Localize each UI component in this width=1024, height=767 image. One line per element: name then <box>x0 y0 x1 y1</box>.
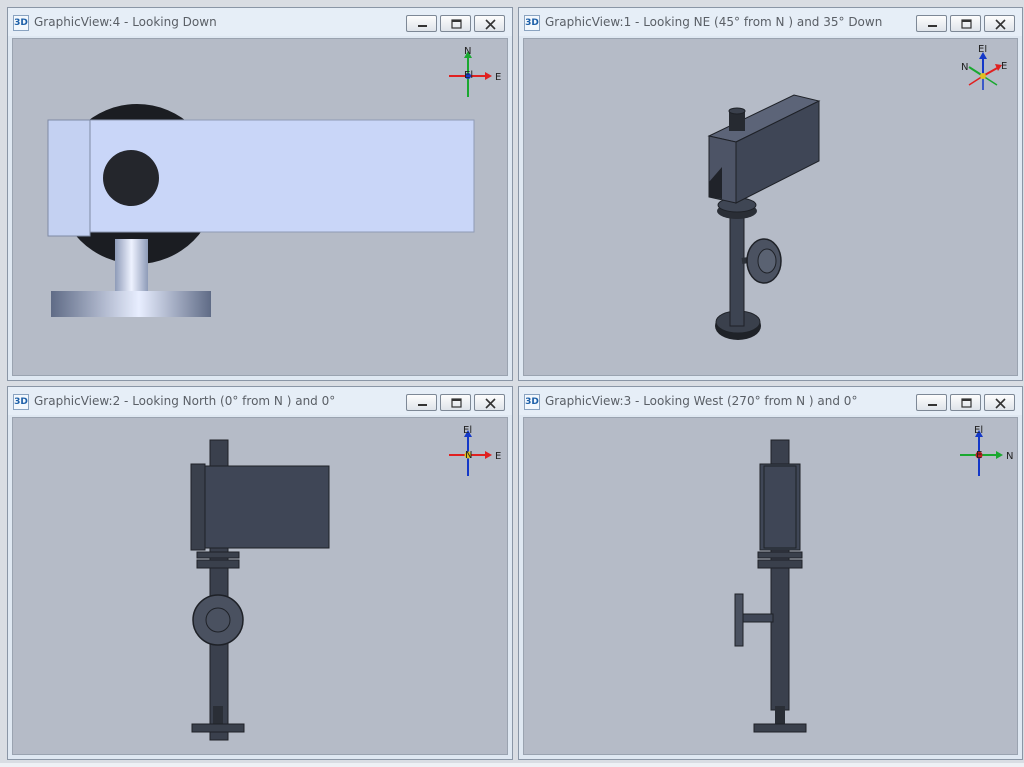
axis-label-east: E <box>495 451 501 462</box>
minimize-icon <box>928 25 937 27</box>
actuator-end-cap-shape <box>47 119 91 237</box>
graphic-view-3-titlebar[interactable]: 3D GraphicView:3 - Looking West (270° fr… <box>519 387 1022 415</box>
graphic-view-3-viewport[interactable]: El N E <box>523 417 1018 755</box>
close-button[interactable] <box>984 15 1015 32</box>
graphic-view-4-pane[interactable]: 3D GraphicView:4 - Looking Down N E El <box>7 7 513 381</box>
axis-label-east: E <box>976 450 982 461</box>
graphic-view-2-pane[interactable]: 3D GraphicView:2 - Looking North (0° fro… <box>7 386 513 760</box>
orientation-triad-icon: N E El <box>449 46 501 97</box>
base-flange-shape <box>191 723 245 733</box>
close-icon <box>485 19 496 30</box>
maximize-button[interactable] <box>950 394 981 411</box>
close-button[interactable] <box>474 15 505 32</box>
maximize-icon <box>961 398 972 408</box>
model-north-view <box>190 439 330 741</box>
maximize-button[interactable] <box>950 15 981 32</box>
minimize-button[interactable] <box>916 394 947 411</box>
minimize-button[interactable] <box>406 394 437 411</box>
3d-view-icon: 3D <box>13 15 29 31</box>
handwheel-shape <box>734 593 744 647</box>
pipe-shape <box>729 210 745 327</box>
graphic-view-2-title: GraphicView:2 - Looking North (0° from N… <box>34 394 336 408</box>
graphic-view-2-viewport[interactable]: El E N <box>12 417 508 755</box>
graphic-view-4-title: GraphicView:4 - Looking Down <box>34 15 217 29</box>
model-isometric-view <box>707 94 821 340</box>
graphic-view-1-pane[interactable]: 3D GraphicView:1 - Looking NE (45° from … <box>518 7 1023 381</box>
graphic-view-1-title: GraphicView:1 - Looking NE (45° from N )… <box>545 15 883 29</box>
graphic-view-2-titlebar[interactable]: 3D GraphicView:2 - Looking North (0° fro… <box>8 387 512 415</box>
close-icon <box>995 398 1006 409</box>
actuator-end-cap-shape <box>190 463 206 551</box>
graphic-view-1-viewport[interactable]: El N E <box>523 38 1018 376</box>
axis-label-elevation: El <box>978 45 987 55</box>
orientation-triad-icon: El N E <box>961 45 1007 90</box>
axis-label-north: N <box>961 62 968 73</box>
base-flange-shape <box>753 723 807 733</box>
maximize-icon <box>451 398 462 408</box>
status-strip <box>0 763 1024 767</box>
axis-label-elevation: El <box>463 425 472 436</box>
model-top-view <box>47 104 475 317</box>
graphic-view-1-titlebar[interactable]: 3D GraphicView:1 - Looking NE (45° from … <box>519 8 1022 36</box>
close-icon <box>485 398 496 409</box>
minimize-icon <box>418 25 427 27</box>
mid-flange-shape <box>757 559 803 569</box>
graphic-view-4-viewport[interactable]: N E El <box>12 38 508 376</box>
close-button[interactable] <box>474 394 505 411</box>
axis-label-elevation: El <box>464 70 473 81</box>
3d-view-icon: 3D <box>524 15 540 31</box>
axis-label-north: N <box>464 46 471 57</box>
axis-label-east: E <box>495 72 501 83</box>
close-icon <box>995 19 1006 30</box>
orientation-triad-icon: El E N <box>449 425 501 476</box>
stem-top-circle-shape <box>103 150 159 206</box>
minimize-button[interactable] <box>406 15 437 32</box>
mid-flange-shape <box>196 559 240 569</box>
graphic-view-3-title: GraphicView:3 - Looking West (270° from … <box>545 394 858 408</box>
maximize-button[interactable] <box>440 394 471 411</box>
minimize-button[interactable] <box>916 15 947 32</box>
handwheel-spindle-shape <box>740 613 774 623</box>
minimize-icon <box>418 404 427 406</box>
3d-view-icon: 3D <box>13 394 29 410</box>
graphic-view-3-pane[interactable]: 3D GraphicView:3 - Looking West (270° fr… <box>518 386 1023 760</box>
axis-label-north: N <box>465 450 472 461</box>
maximize-icon <box>961 19 972 29</box>
axis-label-elevation: El <box>974 425 983 436</box>
graphic-view-4-titlebar[interactable]: 3D GraphicView:4 - Looking Down <box>8 8 512 36</box>
valve-stem-shape <box>115 239 148 299</box>
axis-label-north: N <box>1006 451 1013 462</box>
maximize-icon <box>451 19 462 29</box>
axis-label-east: E <box>1001 61 1007 72</box>
3d-view-icon: 3D <box>524 394 540 410</box>
flange-shape <box>51 291 211 317</box>
model-west-view <box>734 439 807 733</box>
close-button[interactable] <box>984 394 1015 411</box>
maximize-button[interactable] <box>440 15 471 32</box>
actuator-body-shape <box>202 465 330 549</box>
minimize-icon <box>928 404 937 406</box>
orientation-triad-icon: El N E <box>960 425 1013 476</box>
